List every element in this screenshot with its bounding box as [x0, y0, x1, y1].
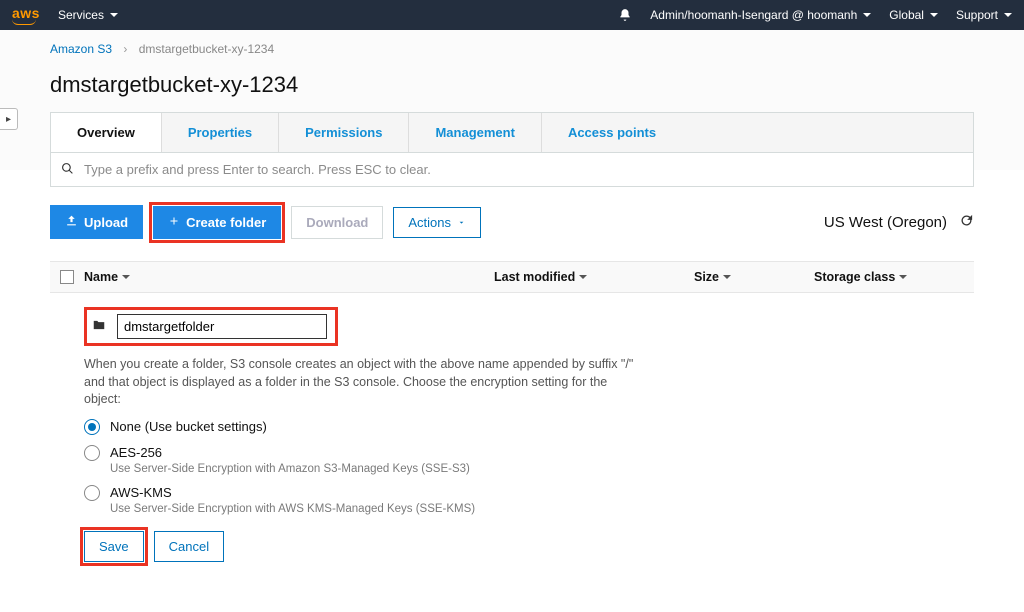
tab-bar: Overview Properties Permissions Manageme… — [50, 112, 974, 152]
tab-properties[interactable]: Properties — [162, 113, 279, 152]
refresh-icon[interactable] — [959, 213, 974, 232]
radio-kms-desc: Use Server-Side Encryption with AWS KMS-… — [110, 503, 940, 515]
global-nav: aws Services Admin/hoomanh-Isengard @ ho… — [0, 0, 1024, 30]
highlight-folder-name — [84, 307, 338, 346]
highlight-create-folder: Create folder — [153, 206, 281, 239]
breadcrumb-root-link[interactable]: Amazon S3 — [50, 42, 112, 56]
bucket-region: US West (Oregon) — [824, 213, 974, 232]
tab-permissions[interactable]: Permissions — [279, 113, 409, 152]
download-label: Download — [306, 215, 368, 230]
search-icon — [61, 162, 74, 178]
page-content: ▸ Amazon S3 › dmstargetbucket-xy-1234 dm… — [0, 30, 1024, 612]
create-folder-editor: When you create a folder, S3 console cre… — [50, 293, 974, 572]
notifications-icon[interactable] — [618, 8, 632, 22]
select-all-checkbox[interactable] — [60, 270, 74, 284]
account-label: Admin/hoomanh-Isengard @ hoomanh — [650, 8, 857, 22]
chevron-down-icon — [457, 215, 466, 230]
radio-aes256-label: AES-256 — [110, 445, 162, 460]
toolbar: Upload Create folder Download Actions US… — [50, 205, 974, 239]
upload-icon — [65, 214, 78, 230]
editor-actions: Save Cancel — [84, 531, 940, 562]
col-storage-class[interactable]: Storage class — [814, 270, 974, 284]
encryption-none-row[interactable]: None (Use bucket settings) — [84, 419, 940, 435]
select-all-cell — [50, 270, 84, 284]
create-folder-label: Create folder — [186, 215, 266, 230]
plus-icon — [168, 215, 180, 230]
breadcrumb: Amazon S3 › dmstargetbucket-xy-1234 — [50, 38, 974, 64]
folder-name-row — [84, 307, 940, 346]
radio-kms[interactable] — [84, 485, 100, 501]
region-menu[interactable]: Global — [889, 8, 938, 22]
col-name[interactable]: Name — [84, 270, 494, 284]
radio-kms-label: AWS-KMS — [110, 485, 172, 500]
bucket-region-label: US West (Oregon) — [824, 214, 947, 231]
support-menu[interactable]: Support — [956, 8, 1012, 22]
table-header: Name Last modified Size Storage class — [50, 261, 974, 293]
col-size[interactable]: Size — [694, 270, 814, 284]
encryption-options: None (Use bucket settings) AES-256 Use S… — [84, 419, 940, 515]
upload-label: Upload — [84, 215, 128, 230]
breadcrumb-separator: › — [123, 42, 127, 56]
support-label: Support — [956, 8, 998, 22]
folder-name-input[interactable] — [117, 314, 327, 339]
radio-none-label: None (Use bucket settings) — [110, 419, 267, 434]
encryption-aes256-row[interactable]: AES-256 — [84, 445, 940, 461]
highlight-save: Save — [84, 531, 144, 562]
side-drawer-toggle[interactable]: ▸ — [0, 108, 18, 130]
col-last-modified[interactable]: Last modified — [494, 270, 694, 284]
radio-aes256-desc: Use Server-Side Encryption with Amazon S… — [110, 463, 940, 475]
aws-logo[interactable]: aws — [12, 5, 40, 25]
tab-management[interactable]: Management — [409, 113, 541, 152]
search-input[interactable] — [82, 161, 963, 178]
aws-logo-text: aws — [12, 5, 40, 21]
breadcrumb-current: dmstargetbucket-xy-1234 — [139, 42, 274, 56]
folder-icon — [91, 318, 107, 335]
tab-overview[interactable]: Overview — [51, 113, 162, 152]
cancel-button[interactable]: Cancel — [154, 531, 224, 562]
page-title: dmstargetbucket-xy-1234 — [50, 72, 974, 98]
create-folder-button[interactable]: Create folder — [153, 206, 281, 239]
services-label: Services — [58, 8, 104, 22]
object-table: Name Last modified Size Storage class Wh… — [50, 261, 974, 572]
radio-none[interactable] — [84, 419, 100, 435]
upload-button[interactable]: Upload — [50, 205, 143, 239]
actions-label: Actions — [408, 215, 451, 230]
account-menu[interactable]: Admin/hoomanh-Isengard @ hoomanh — [650, 8, 871, 22]
download-button: Download — [291, 206, 383, 239]
folder-help-text: When you create a folder, S3 console cre… — [84, 356, 644, 409]
encryption-kms-row[interactable]: AWS-KMS — [84, 485, 940, 501]
radio-aes256[interactable] — [84, 445, 100, 461]
region-label: Global — [889, 8, 924, 22]
save-button[interactable]: Save — [84, 531, 144, 562]
prefix-search — [50, 152, 974, 187]
actions-menu[interactable]: Actions — [393, 207, 481, 238]
tab-access-points[interactable]: Access points — [542, 113, 682, 152]
services-menu[interactable]: Services — [58, 8, 118, 22]
